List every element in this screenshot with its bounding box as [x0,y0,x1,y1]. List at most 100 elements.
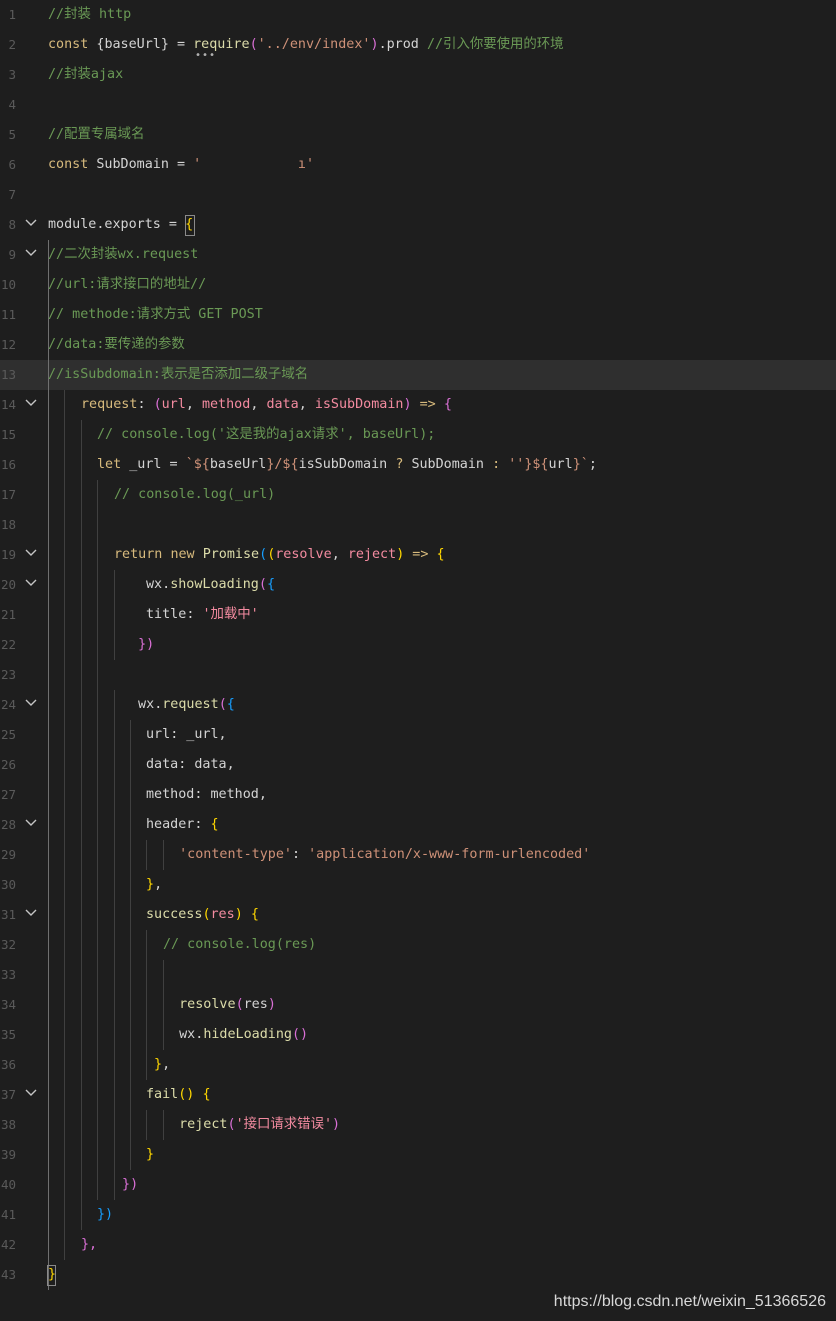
code-line[interactable]: 5 //配置专属域名 [0,120,836,150]
line-number: 39 [0,1147,16,1162]
code-token: wx [163,1027,196,1042]
code-line[interactable]: 15 // console.log('这是我的ajax请求', baseUrl); [0,420,836,450]
code-line[interactable]: 27 method: method, [0,780,836,810]
code-text: //data:要传递的参数 [48,330,185,360]
code-token: }) [97,1207,114,1222]
code-line[interactable]: 17 // console.log(_url) [0,480,836,510]
code-line[interactable]: 9 //二次封装wx.request [0,240,836,270]
code-line[interactable]: 43} [0,1260,836,1290]
line-number: 35 [0,1027,16,1042]
code-line[interactable]: 2 const {baseUrl} = require('../env/index… [0,30,836,60]
code-token: ) [332,1117,341,1132]
ellipsis-icon: ••• [195,50,217,61]
code-token: //引入你要使用的环境 [426,37,564,52]
code-text: }, [146,1050,170,1080]
code-line[interactable]: 35 wx.hideLoading() [0,1020,836,1050]
code-line[interactable]: 8 module.exports = { [0,210,836,240]
code-token: => [411,397,444,412]
code-text: } [146,1140,154,1170]
code-line[interactable]: 11 // methode:请求方式 GET POST [0,300,836,330]
code-line[interactable]: 38 reject('接口请求错误') [0,1110,836,1140]
code-line[interactable]: 13 //isSubdomain:表示是否添加二级子域名 [0,360,836,390]
code-line[interactable]: 42}, [0,1230,836,1260]
code-token: }${ [524,457,549,472]
code-token: wx [146,577,163,592]
code-line[interactable]: 37 fail() { [0,1080,836,1110]
code-line[interactable]: 19 return new Promise((resolve, reject) =… [0,540,836,570]
code-line[interactable]: 33 [0,960,836,990]
indent-guide [81,420,82,1230]
bracket-match-highlight [185,215,195,236]
code-line[interactable]: 21 title: '加载中' [0,600,836,630]
code-token: { [226,697,235,712]
line-number: 26 [0,757,16,772]
line-number: 14 [0,397,16,412]
code-line[interactable]: 28 header: { [0,810,836,840]
code-text: //url:请求接口的地址// [48,270,206,300]
code-line[interactable]: 7 [0,180,836,210]
code-token: ( [227,1117,236,1132]
line-number: 42 [0,1237,16,1252]
code-text: success(res) { [146,900,259,930]
chevron-down-icon[interactable] [24,810,38,840]
code-line[interactable]: 26 data: data, [0,750,836,780]
chevron-down-icon[interactable] [24,540,38,570]
chevron-down-icon[interactable] [24,240,38,270]
code-token: ) [267,997,276,1012]
code-line[interactable]: 12 //data:要传递的参数 [0,330,836,360]
code-token: 'application/x-www-form-urlencoded' [308,847,591,862]
code-line[interactable]: 22 }) [0,630,836,660]
code-line[interactable]: 6 const SubDomain = ' ı' [0,150,836,180]
code-line[interactable]: 41}) [0,1200,836,1230]
line-number: 24 [0,697,16,712]
code-token: ? [395,457,412,472]
chevron-down-icon[interactable] [24,210,38,240]
code-line[interactable]: 23 [0,660,836,690]
code-line[interactable]: 25 url: _url, [0,720,836,750]
code-token: ) [370,37,379,52]
code-token: resolve [163,997,236,1012]
line-number: 33 [0,967,16,982]
code-line[interactable]: 34 resolve(res) [0,990,836,1020]
line-number: 17 [0,487,16,502]
code-line[interactable]: 24 wx.request({ [0,690,836,720]
code-line[interactable]: 36 }, [0,1050,836,1080]
code-token: // console.log('这是我的ajax请求', baseUrl); [97,427,436,442]
code-line[interactable]: 1 //封装 http [0,0,836,30]
code-token: , [250,397,267,412]
code-line[interactable]: 18 [0,510,836,540]
code-token: : method, [194,787,267,802]
line-number: 12 [0,337,16,352]
code-line[interactable]: 16 let _url = `${baseUrl}/${isSubDomain ?… [0,450,836,480]
code-line[interactable]: 30}, [0,870,836,900]
code-token: method [201,397,251,412]
code-line[interactable]: 10 //url:请求接口的地址// [0,270,836,300]
code-line[interactable]: 32 // console.log(res) [0,930,836,960]
code-token: { [436,547,445,562]
chevron-down-icon[interactable] [24,1080,38,1110]
line-number: 6 [8,157,16,172]
code-line[interactable]: 31 success(res) { [0,900,836,930]
code-token: : data, [178,757,235,772]
code-token: //二次封装wx.request [48,247,199,262]
indent-guide [114,570,115,660]
code-line[interactable]: 29 'content-type': 'application/x-www-fo… [0,840,836,870]
indent-guide [146,840,147,870]
code-line[interactable]: 4 [0,90,836,120]
chevron-down-icon[interactable] [24,900,38,930]
code-line[interactable]: 39} [0,1140,836,1170]
code-token: ) [403,397,412,412]
chevron-down-icon[interactable] [24,690,38,720]
chevron-down-icon[interactable] [24,390,38,420]
code-text: }, [146,870,162,900]
code-editor[interactable]: 1 //封装 http 2 const {baseUrl} = require('..… [0,0,836,1321]
code-line[interactable]: 40 }) [0,1170,836,1200]
code-line[interactable]: 3 //封装ajax [0,60,836,90]
code-token: const [48,157,97,172]
code-line[interactable]: 14 request: (url, method, data, isSubDoma… [0,390,836,420]
code-token: ' ı' [193,157,315,172]
code-text: //配置专属域名 [48,120,144,150]
chevron-down-icon[interactable] [24,570,38,600]
code-line[interactable]: 20 wx.showLoading({ [0,570,836,600]
code-token: ( [249,37,258,52]
